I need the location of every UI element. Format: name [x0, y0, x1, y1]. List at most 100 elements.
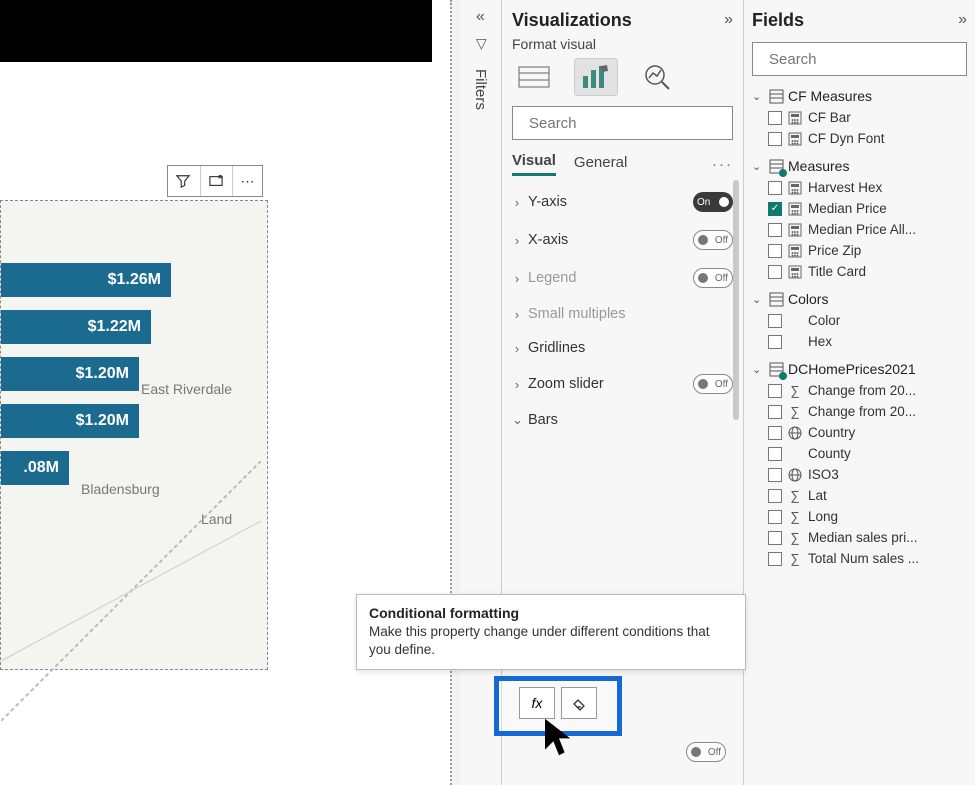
section-smallmult: › Small multiples — [512, 306, 733, 322]
field-item[interactable]: Median Price All... — [768, 222, 967, 237]
show-all-toggle[interactable]: Off — [686, 742, 726, 762]
section-zoom[interactable]: ›Zoom sliderOff — [512, 374, 733, 394]
format-search-input[interactable] — [512, 106, 733, 140]
chevron-right-icon[interactable]: › — [512, 341, 522, 356]
field-item[interactable]: ∑Long — [768, 509, 967, 524]
field-item[interactable]: CF Dyn Font — [768, 131, 967, 146]
checkbox[interactable] — [768, 426, 782, 440]
analytics-icon[interactable] — [636, 58, 680, 96]
checkbox[interactable] — [768, 132, 782, 146]
field-item[interactable]: ∑Total Num sales ... — [768, 551, 967, 566]
more-options-icon[interactable]: ⋯ — [232, 166, 262, 196]
fx-button[interactable]: fx — [519, 687, 555, 719]
field-item[interactable]: ISO3 — [768, 467, 967, 482]
tooltip-title: Conditional formatting — [369, 605, 733, 621]
checkbox[interactable] — [768, 111, 782, 125]
chevron-right-icon[interactable]: › — [512, 307, 522, 322]
checkbox[interactable] — [768, 489, 782, 503]
tab-visual[interactable]: Visual — [512, 152, 556, 176]
section-xaxis[interactable]: ›X-axisOff — [512, 230, 733, 250]
fields-search-input[interactable] — [752, 42, 967, 76]
tab-general[interactable]: General — [574, 154, 627, 175]
field-label: County — [808, 446, 851, 461]
field-item[interactable]: Harvest Hex — [768, 180, 967, 195]
field-label: Median Price All... — [808, 222, 916, 237]
bar[interactable]: .08M — [1, 451, 69, 485]
toggle-yaxis[interactable]: On — [693, 192, 733, 212]
chevron-down-icon[interactable]: ⌄ — [752, 160, 764, 173]
bar[interactable]: $1.20M — [1, 404, 139, 438]
field-item[interactable]: ✓Median Price — [768, 201, 967, 216]
field-group-cf-measures[interactable]: ⌄CF Measures — [752, 86, 967, 106]
focus-mode-icon[interactable] — [200, 166, 230, 196]
checkbox[interactable] — [768, 244, 782, 258]
field-item[interactable]: Hex — [768, 334, 967, 349]
selected-visual[interactable]: ⋯ East RiverdaleBladensburgLand $1.26M$1… — [0, 200, 268, 670]
checkbox[interactable] — [768, 405, 782, 419]
collapse-fields-icon[interactable]: » — [958, 11, 967, 29]
checkbox[interactable] — [768, 447, 782, 461]
field-item[interactable]: Color — [768, 313, 967, 328]
chevron-right-icon[interactable]: › — [512, 271, 522, 286]
checkbox[interactable] — [768, 384, 782, 398]
checkbox[interactable] — [768, 468, 782, 482]
format-search-field[interactable] — [529, 115, 728, 132]
field-item[interactable]: Country — [768, 425, 967, 440]
field-label: Total Num sales ... — [808, 551, 919, 566]
chevron-right-icon[interactable]: › — [512, 233, 522, 248]
checkbox[interactable] — [768, 335, 782, 349]
conditional-formatting-tooltip: Conditional formatting Make this propert… — [356, 594, 746, 670]
checkbox[interactable]: ✓ — [768, 202, 782, 216]
field-item[interactable]: Price Zip — [768, 243, 967, 258]
field-item[interactable]: ∑Change from 20... — [768, 404, 967, 419]
scrollbar-thumb[interactable] — [733, 180, 739, 420]
filter-icon[interactable] — [168, 166, 198, 196]
chevron-down-icon[interactable]: ⌄ — [752, 293, 764, 306]
toggle-zoom[interactable]: Off — [693, 374, 733, 394]
field-group-dchomeprices2021[interactable]: ⌄ DCHomePrices2021 — [752, 359, 967, 379]
expand-filters-icon[interactable]: « — [476, 8, 485, 26]
tabs-more-icon[interactable]: ··· — [712, 156, 733, 173]
field-item[interactable]: Title Card — [768, 264, 967, 279]
checkbox[interactable] — [768, 314, 782, 328]
bar[interactable]: $1.20M — [1, 357, 139, 391]
checkbox[interactable] — [768, 181, 782, 195]
table-icon — [768, 158, 784, 174]
checkbox[interactable] — [768, 510, 782, 524]
build-visual-icon[interactable] — [512, 58, 556, 96]
chevron-down-icon[interactable]: ⌄ — [752, 90, 764, 103]
chevron-right-icon[interactable]: › — [512, 377, 522, 392]
section-yaxis[interactable]: ›Y-axisOn — [512, 192, 733, 212]
checkbox[interactable] — [768, 552, 782, 566]
chevron-down-icon[interactable]: ⌄ — [512, 412, 522, 428]
toggle-xaxis[interactable]: Off — [693, 230, 733, 250]
checkbox[interactable] — [768, 223, 782, 237]
clear-button[interactable] — [561, 687, 597, 719]
section-bars[interactable]: ⌄Bars — [512, 412, 733, 428]
bar[interactable]: $1.22M — [1, 310, 151, 344]
blank-icon — [788, 335, 802, 349]
field-item[interactable]: ∑Change from 20... — [768, 383, 967, 398]
fields-search-field[interactable] — [769, 51, 968, 68]
field-label: Country — [808, 425, 855, 440]
chevron-down-icon[interactable]: ⌄ — [752, 363, 764, 376]
field-item[interactable]: County — [768, 446, 967, 461]
field-group-colors[interactable]: ⌄Colors — [752, 289, 967, 309]
bar[interactable]: $1.26M — [1, 263, 171, 297]
section-label: Small multiples — [528, 306, 626, 322]
group-label: DCHomePrices2021 — [788, 361, 916, 377]
globe-icon — [788, 426, 802, 440]
field-group-measures[interactable]: ⌄Measures — [752, 156, 967, 176]
field-item[interactable]: ∑Median sales pri... — [768, 530, 967, 545]
collapse-visualizations-icon[interactable]: » — [724, 11, 733, 29]
blank-icon — [788, 447, 802, 461]
field-item[interactable]: ∑Lat — [768, 488, 967, 503]
field-label: Median sales pri... — [808, 530, 918, 545]
section-gridlines[interactable]: ›Gridlines — [512, 340, 733, 356]
table-icon — [768, 361, 784, 377]
field-item[interactable]: CF Bar — [768, 110, 967, 125]
checkbox[interactable] — [768, 531, 782, 545]
chevron-right-icon[interactable]: › — [512, 195, 522, 210]
format-visual-icon[interactable] — [574, 58, 618, 96]
checkbox[interactable] — [768, 265, 782, 279]
